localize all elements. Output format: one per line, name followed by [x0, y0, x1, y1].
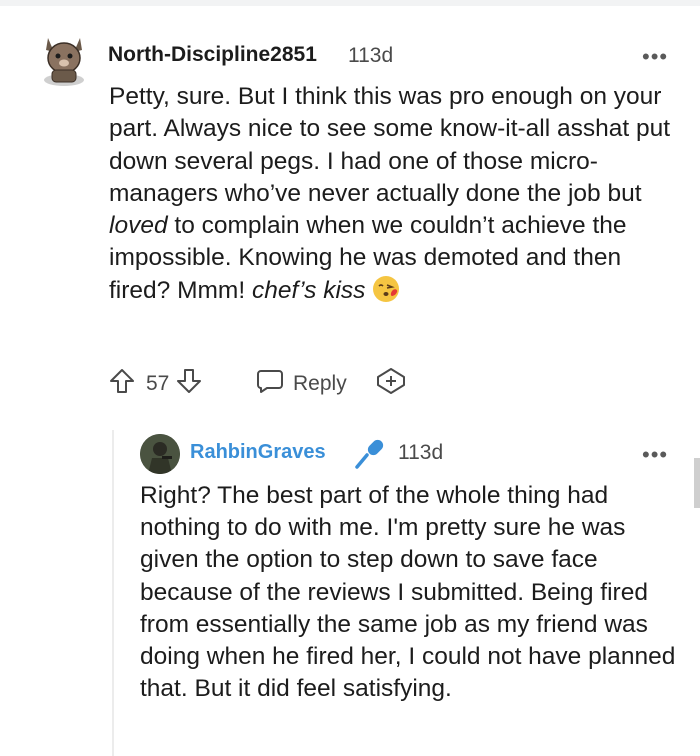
comment-text-part: to complain when we couldn’t achieve the…	[109, 212, 627, 304]
comment-username[interactable]: North-Discipline2851	[108, 43, 317, 67]
comment-body: Petty, sure. But I think this was pro en…	[109, 81, 689, 307]
vote-group: 57	[108, 367, 203, 401]
reply-icon	[255, 367, 285, 401]
more-icon[interactable]: •••	[642, 444, 668, 466]
reply-button[interactable]: Reply	[255, 367, 347, 401]
downvote-icon[interactable]	[175, 367, 203, 401]
vote-count: 57	[146, 372, 170, 395]
comment-emphasis: chef’s kiss	[251, 276, 366, 304]
comment-age: 113d	[348, 44, 394, 67]
comment-emphasis: loved	[109, 212, 168, 240]
thread-line	[112, 430, 114, 756]
reply-username[interactable]: RahbinGraves	[190, 441, 326, 464]
scrollbar[interactable]	[694, 458, 700, 508]
award-button[interactable]	[375, 367, 407, 401]
upvote-icon[interactable]	[108, 367, 136, 401]
more-icon[interactable]: •••	[642, 46, 668, 68]
reply-body: Right? The best part of the whole thing …	[140, 482, 676, 703]
avatar[interactable]	[36, 26, 92, 86]
top-divider	[0, 0, 700, 6]
reply-avatar[interactable]	[140, 434, 180, 474]
microphone-icon	[353, 437, 387, 476]
kissing-face-emoji	[372, 275, 400, 303]
comment-text-part: Petty, sure. But I think this was pro en…	[109, 83, 671, 207]
reply-label: Reply	[293, 372, 347, 395]
reply-age: 113d	[398, 441, 444, 464]
award-icon	[375, 367, 407, 401]
